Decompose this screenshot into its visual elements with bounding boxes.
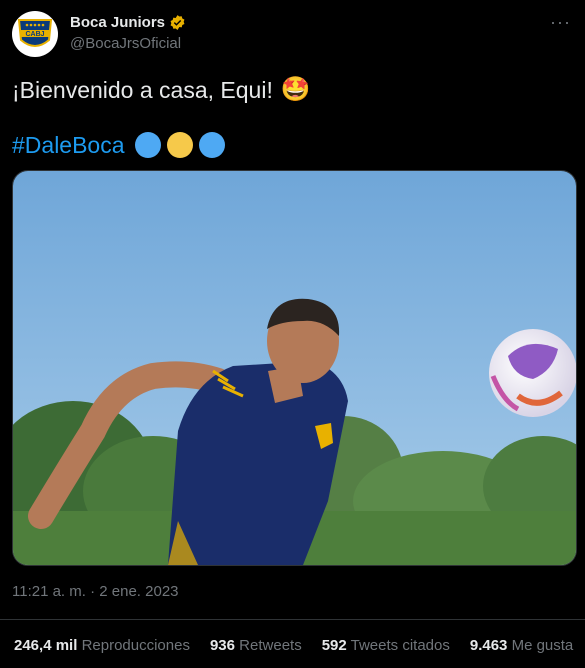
stat-quote-tweets[interactable]: 592 Tweets citados [322, 637, 450, 654]
author-name-row[interactable]: Boca Juniors [70, 14, 186, 31]
more-options-icon[interactable]: ··· [550, 12, 571, 33]
stat-likes[interactable]: 9.463 Me gusta [470, 637, 573, 654]
tweet-text: ¡Bienvenido a casa, Equi! [12, 77, 273, 103]
blue-circle-icon [134, 132, 161, 158]
avatar[interactable]: CABJ [12, 11, 58, 57]
logo-text: CABJ [25, 31, 44, 38]
divider [0, 619, 585, 620]
club-logo-icon: CABJ [17, 19, 53, 47]
blue-circle-icon [198, 132, 225, 158]
tweet-timestamp[interactable]: 11:21 a. m. · 2 ene. 2023 [12, 583, 179, 600]
tweet-text-row: ¡Bienvenido a casa, Equi! 🤩 [12, 76, 311, 104]
author-handle[interactable]: @BocaJrsOficial [70, 35, 181, 52]
author-name[interactable]: Boca Juniors [70, 14, 165, 31]
player-training-photo [13, 171, 576, 565]
hashtag-link[interactable]: #DaleBoca [12, 131, 125, 159]
hashtag-row: #DaleBoca [12, 131, 225, 159]
verified-badge-icon [170, 15, 185, 30]
stat-views[interactable]: 246,4 mil Reproducciones [14, 637, 190, 654]
tweet-stats: 246,4 mil Reproducciones 936 Retweets 59… [14, 637, 573, 654]
tweet-photo[interactable] [12, 170, 577, 566]
yellow-circle-icon [166, 132, 193, 158]
stat-retweets[interactable]: 936 Retweets [210, 637, 302, 654]
star-eyes-emoji-icon: 🤩 [280, 76, 311, 103]
